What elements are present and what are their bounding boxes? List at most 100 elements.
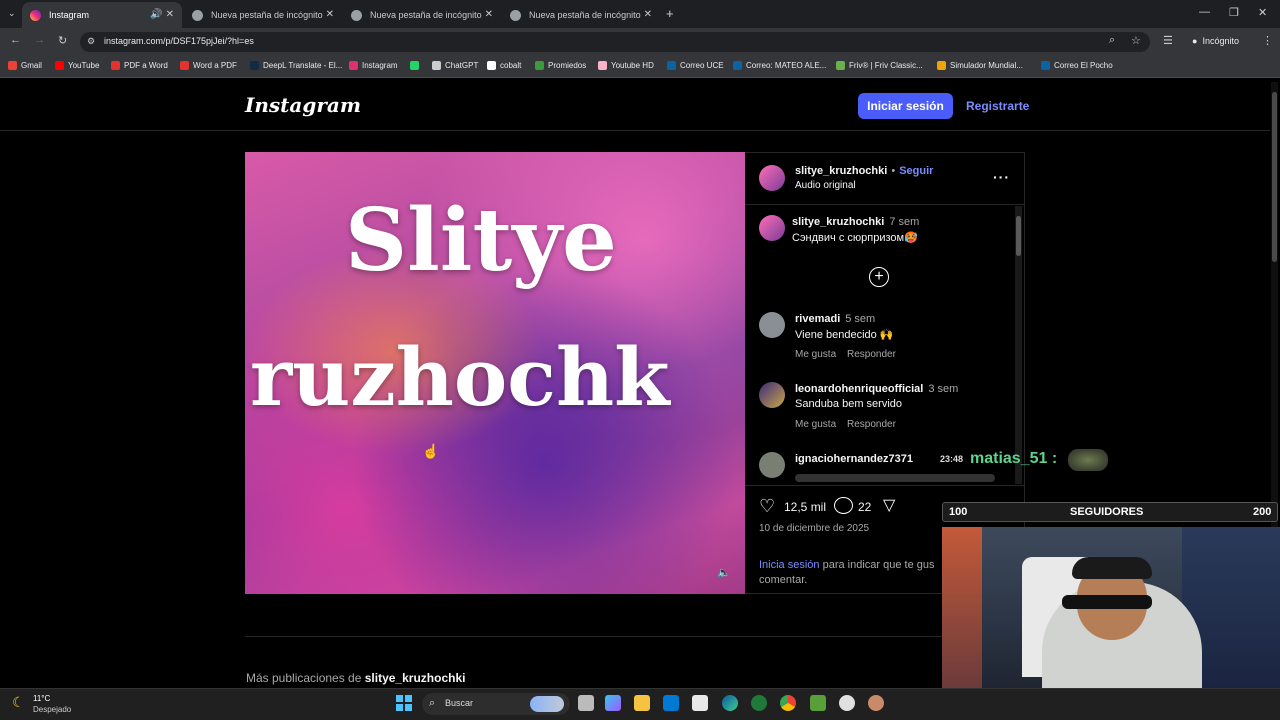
utorrent-icon[interactable]: [751, 695, 767, 711]
bookmark-item[interactable]: Promiedos: [535, 61, 586, 70]
avatar[interactable]: [759, 452, 785, 478]
bookmark-item[interactable]: PDF a Word: [111, 61, 168, 70]
close-tab-icon[interactable]: ✕: [166, 9, 174, 20]
like-comment-link[interactable]: Me gusta: [795, 419, 836, 430]
tab-incognito-2[interactable]: Nueva pestaña de incógnito ✕: [343, 2, 501, 28]
windows-start-icon[interactable]: [396, 695, 412, 711]
forward-icon[interactable]: →: [34, 34, 45, 46]
follow-button[interactable]: Seguir: [899, 165, 933, 177]
login-button[interactable]: Iniciar sesión: [858, 93, 953, 119]
bookmark-item[interactable]: Instagram: [349, 61, 398, 70]
hand-cursor-icon: ☝: [422, 443, 440, 459]
new-tab-icon[interactable]: +: [666, 6, 674, 21]
instagram-logo[interactable]: Instagram: [245, 93, 361, 117]
tab-incognito-1[interactable]: Nueva pestaña de incógnito ✕: [184, 2, 342, 28]
bookmark-item[interactable]: Correo El Pocho: [1041, 61, 1113, 70]
comment-author[interactable]: leonardohenriqueofficial: [795, 383, 923, 395]
edge-icon[interactable]: [722, 695, 738, 711]
bookmark-label: Promiedos: [548, 61, 587, 70]
profile-app-icon[interactable]: [868, 695, 884, 711]
outlook-icon[interactable]: [663, 695, 679, 711]
tab-incognito-3[interactable]: Nueva pestaña de incógnito ✕: [502, 2, 660, 28]
likes-count[interactable]: 12,5 mil: [784, 500, 826, 514]
avatar[interactable]: [759, 165, 785, 191]
login-prompt-link[interactable]: Inicia sesión: [759, 559, 820, 571]
bookmark-favicon-icon: [667, 61, 676, 70]
incognito-icon: [192, 9, 203, 21]
heart-icon[interactable]: ♡: [759, 496, 775, 517]
bookmark-label: Simulador Mundial...: [950, 61, 1023, 70]
more-options-icon[interactable]: ···: [993, 169, 1010, 185]
tab-search-chevron-icon[interactable]: ⌄: [8, 8, 16, 19]
bookmark-item[interactable]: DeepL Translate - El...: [250, 61, 342, 70]
minecraft-icon[interactable]: [810, 695, 826, 711]
bookmark-item[interactable]: Friv® | Friv Classic...: [836, 61, 923, 70]
like-comment-link[interactable]: Me gusta: [795, 349, 836, 360]
moon-weather-icon[interactable]: ☾: [12, 694, 25, 711]
comment-loading-bar: [795, 474, 995, 482]
bookmark-star-icon[interactable]: ☆: [1131, 34, 1141, 47]
close-window-icon[interactable]: ✕: [1258, 6, 1267, 19]
avatar[interactable]: [759, 382, 785, 408]
app-icon[interactable]: [839, 695, 855, 711]
avatar[interactable]: [759, 312, 785, 338]
weather-desc[interactable]: Despejado: [33, 705, 71, 714]
actions-divider: [745, 485, 1025, 486]
close-tab-icon[interactable]: ✕: [644, 9, 652, 20]
bookmark-item[interactable]: cobalt: [487, 61, 521, 70]
bookmark-favicon-icon: [111, 61, 120, 70]
speaker-icon[interactable]: 🔊: [150, 9, 162, 20]
tab-label: Nueva pestaña de incógnito: [529, 10, 641, 20]
bookmark-item[interactable]: Correo: MATEO ALE...: [733, 61, 826, 70]
avatar[interactable]: [759, 215, 785, 241]
reply-comment-link[interactable]: Responder: [847, 419, 896, 430]
menu-kebab-icon[interactable]: ⋮: [1262, 34, 1273, 47]
minimize-icon[interactable]: —: [1199, 6, 1210, 18]
audio-label[interactable]: Audio original: [795, 180, 856, 191]
register-link[interactable]: Registrarte: [966, 99, 1029, 113]
url-text[interactable]: instagram.com/p/DSF175pjJei/?hl=es: [104, 36, 254, 46]
close-tab-icon[interactable]: ✕: [485, 9, 493, 20]
zoom-icon[interactable]: ⌕: [1109, 34, 1115, 47]
site-info-icon[interactable]: ⚙: [87, 36, 95, 47]
tab-instagram[interactable]: Instagram 🔊 ✕: [22, 2, 182, 28]
file-explorer-icon[interactable]: [634, 695, 650, 711]
reply-comment-link[interactable]: Responder: [847, 349, 896, 360]
back-icon[interactable]: ←: [10, 34, 21, 46]
bookmark-favicon-icon: [598, 61, 607, 70]
search-highlight-icon[interactable]: [530, 696, 564, 712]
bookmark-label: Correo UCE: [680, 61, 724, 70]
bookmark-item[interactable]: Youtube HD: [598, 61, 654, 70]
reload-icon[interactable]: ↻: [58, 34, 67, 47]
reading-list-icon[interactable]: ☰: [1163, 34, 1173, 47]
load-more-comments-icon[interactable]: +: [869, 267, 889, 287]
bookmark-item[interactable]: [410, 61, 423, 70]
caption-author[interactable]: slitye_kruzhochki: [792, 216, 884, 228]
bookmark-item[interactable]: Simulador Mundial...: [937, 61, 1023, 70]
more-posts-user[interactable]: slitye_kruzhochki: [365, 671, 466, 685]
bookmark-item[interactable]: YouTube: [55, 61, 99, 70]
store-icon[interactable]: [692, 695, 708, 711]
comment-icon[interactable]: [834, 497, 853, 514]
volume-icon[interactable]: 🔈: [717, 566, 731, 579]
bookmark-item[interactable]: Word a PDF: [180, 61, 237, 70]
instagram-favicon-icon: [30, 9, 41, 21]
bookmark-item[interactable]: Gmail: [8, 61, 42, 70]
post-author[interactable]: slitye_kruzhochki: [795, 165, 887, 177]
share-icon[interactable]: ▽: [883, 495, 895, 515]
copilot-icon[interactable]: [605, 695, 621, 711]
bookmark-item[interactable]: Correo UCE: [667, 61, 724, 70]
bookmark-label: DeepL Translate - El...: [263, 61, 343, 70]
page-scrollbar-thumb[interactable]: [1272, 92, 1277, 262]
task-view-icon[interactable]: [578, 695, 594, 711]
scrollbar-thumb[interactable]: [1016, 216, 1021, 256]
close-tab-icon[interactable]: ✕: [326, 9, 334, 20]
chrome-icon[interactable]: [780, 695, 796, 711]
weather-temp[interactable]: 11°C: [33, 694, 50, 703]
comment-author[interactable]: ignaciohernandez7371: [795, 453, 913, 465]
restore-icon[interactable]: ❐: [1229, 6, 1239, 19]
incognito-indicator[interactable]: ● Incógnito: [1192, 36, 1239, 46]
bookmark-item[interactable]: ChatGPT: [432, 61, 478, 70]
comment-author[interactable]: rivemadi: [795, 313, 840, 325]
comments-count: 22: [858, 500, 872, 514]
